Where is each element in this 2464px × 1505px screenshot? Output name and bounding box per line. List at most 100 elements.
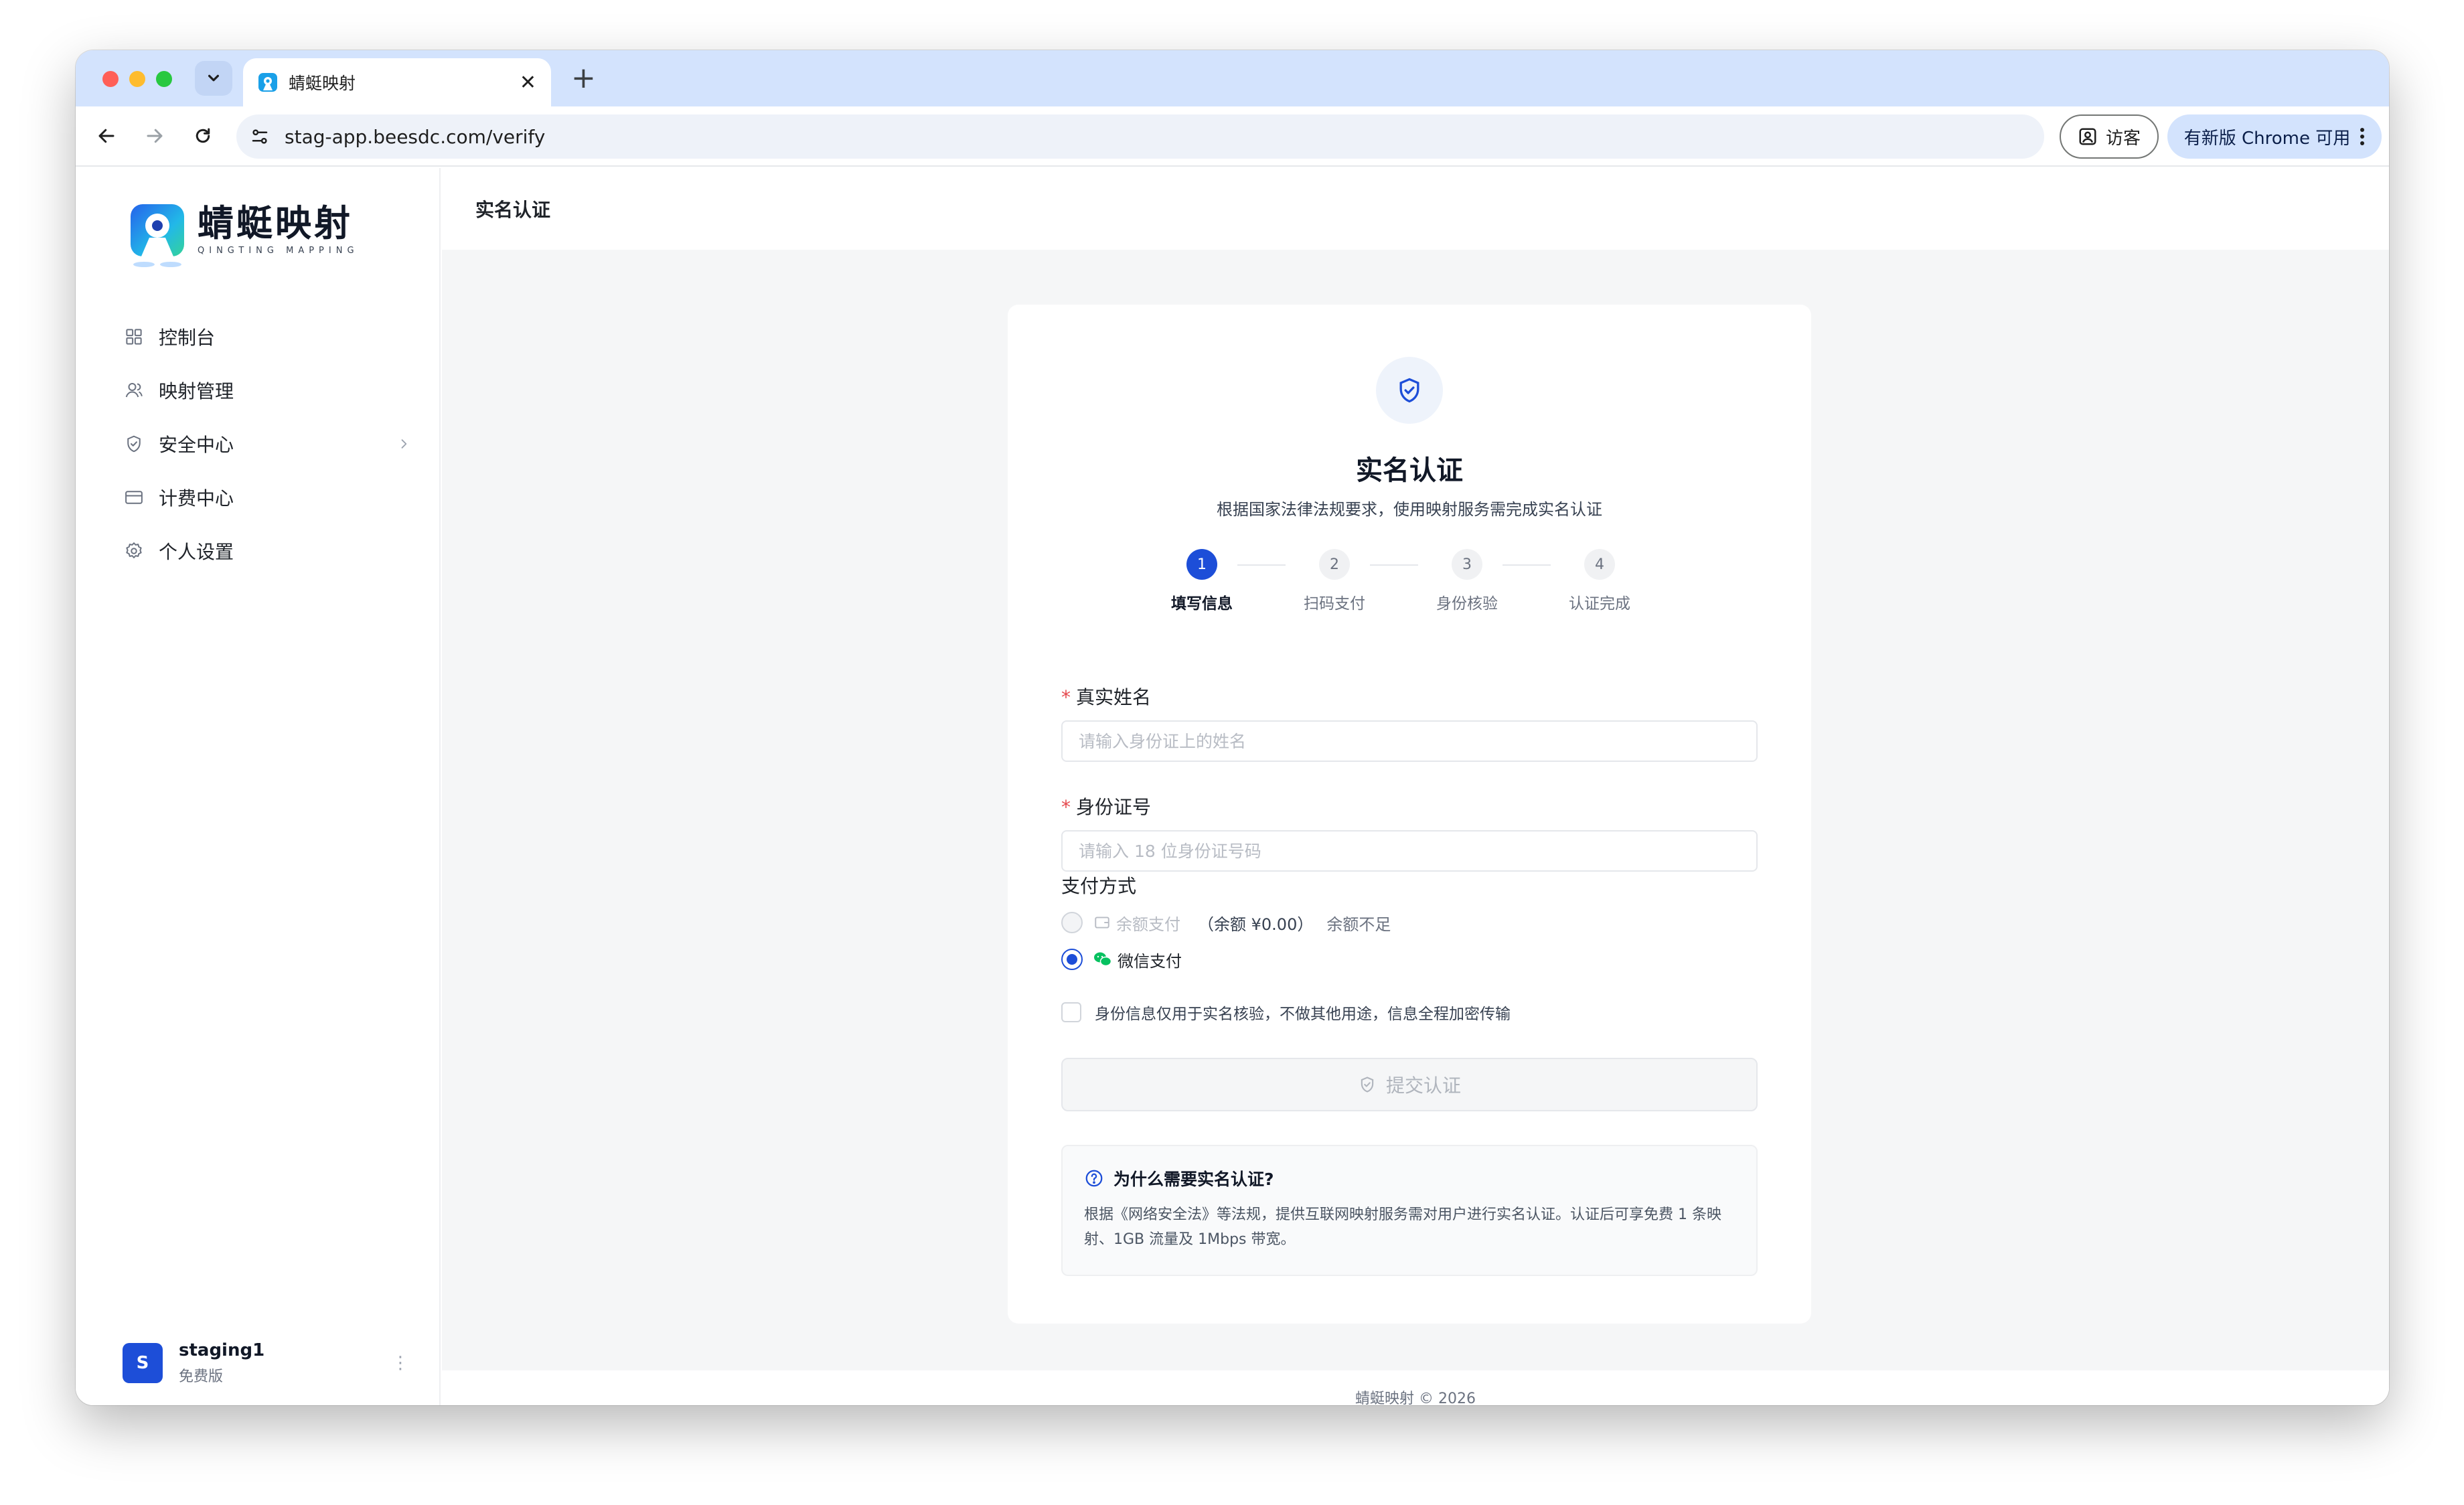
step-number: 2 (1319, 549, 1350, 580)
step-connector (1503, 564, 1551, 566)
step-fill-info: 1 填写信息 (1162, 549, 1242, 613)
step-number: 3 (1452, 549, 1482, 580)
more-vertical-icon (2360, 128, 2365, 145)
tab-title: 蜻蜓映射 (289, 74, 356, 93)
brand-name-en: QINGTING MAPPING (198, 246, 359, 256)
more-vertical-icon[interactable]: ⋮ (392, 1353, 409, 1373)
verification-subtitle: 根据国家法律法规要求，使用映射服务需完成实名认证 (1217, 500, 1602, 519)
address-bar[interactable]: stag-app.beesdc.com/verify (236, 114, 2044, 159)
shield-check-icon (1361, 1077, 1374, 1093)
back-button[interactable] (90, 120, 123, 152)
guest-profile-button[interactable]: 访客 (2060, 114, 2159, 159)
shield-check-icon (1376, 357, 1443, 424)
step-scan-pay: 2 扫码支付 (1294, 549, 1375, 613)
id-number-input[interactable] (1061, 830, 1758, 872)
agreement-text: 身份信息仅用于实名核验，不做其他用途，信息全程加密传输 (1095, 1006, 1511, 1023)
person-icon (2079, 128, 2096, 145)
avatar: S (123, 1343, 163, 1383)
reload-icon (196, 128, 210, 143)
sidebar-menu: 控制台 映射管理 安全中心 计费中心 个人设置 (123, 310, 417, 578)
step-number: 1 (1186, 549, 1217, 580)
user-name: staging1 (179, 1340, 265, 1360)
privacy-agreement[interactable]: 身份信息仅用于实名核验，不做其他用途，信息全程加密传输 (1061, 1001, 1511, 1024)
id-number-label-text: 身份证号 (1076, 796, 1152, 818)
user-profile[interactable]: S staging1 免费版 ⋮ (123, 1340, 417, 1387)
wechat-radio[interactable] (1061, 949, 1083, 970)
balance-radio[interactable] (1061, 912, 1083, 933)
balance-amount: （余额 ¥0.00） (1198, 915, 1314, 934)
verification-steps: 1 填写信息 2 扫码支付 3 身份核验 4 认证完成 (1162, 549, 1657, 616)
reload-button[interactable] (187, 120, 219, 152)
step-label: 填写信息 (1171, 595, 1233, 613)
id-number-label: * 身份证号 (1061, 793, 1151, 819)
update-label: 有新版 Chrome 可用 (2183, 128, 2351, 149)
main-content: 实名认证 实名认证 根据国家法律法规要求，使用映射服务需完成实名认证 1 填写信… (442, 168, 2389, 1405)
footer: 蜻蜓映射 © 2026 (442, 1370, 2389, 1405)
verification-title: 实名认证 (1356, 455, 1463, 486)
agreement-checkbox[interactable] (1061, 1002, 1081, 1022)
sidebar: 蜻蜓映射 QINGTING MAPPING 控制台 映射管理 安全中心 计费中心… (76, 168, 441, 1405)
close-window-button[interactable] (102, 71, 119, 87)
verification-card: 实名认证 根据国家法律法规要求，使用映射服务需完成实名认证 1 填写信息 2 扫… (1008, 305, 1811, 1324)
step-identity-check: 3 身份核验 (1427, 549, 1507, 613)
balance-insufficient-note: 余额不足 (1326, 915, 1391, 934)
faq-title: 为什么需要实名认证? (1113, 1170, 1274, 1189)
balance-pay-label: 余额支付 (1116, 915, 1180, 934)
sidebar-item-label: 映射管理 (159, 380, 234, 402)
guest-label: 访客 (2105, 128, 2141, 149)
submit-verification-button[interactable]: 提交认证 (1061, 1058, 1758, 1111)
step-label: 扫码支付 (1304, 595, 1365, 613)
gear-icon (123, 540, 145, 562)
shield-icon (123, 432, 145, 455)
sidebar-item-dashboard[interactable]: 控制台 (123, 310, 417, 364)
tab-search-button[interactable] (195, 61, 232, 96)
step-label: 认证完成 (1569, 595, 1630, 613)
arrow-left-icon (98, 129, 114, 143)
users-icon (123, 379, 145, 402)
close-tab-icon[interactable]: ✕ (520, 71, 536, 94)
chrome-update-button[interactable]: 有新版 Chrome 可用 (2167, 114, 2382, 159)
why-verify-info: 为什么需要实名认证? 根据《网络安全法》等法规，提供互联网映射服务需对用户进行实… (1061, 1145, 1758, 1276)
sidebar-item-security[interactable]: 安全中心 (123, 417, 417, 471)
browser-tab-strip: 蜻蜓映射 ✕ + (76, 50, 2389, 106)
site-settings-icon[interactable] (250, 127, 270, 147)
app-root: 蜻蜓映射 QINGTING MAPPING 控制台 映射管理 安全中心 计费中心… (76, 168, 2389, 1405)
brand-name-cn: 蜻蜓映射 (198, 202, 353, 244)
help-circle-icon (1085, 1170, 1103, 1187)
brand-logo[interactable]: 蜻蜓映射 QINGTING MAPPING (127, 203, 359, 270)
minimize-window-button[interactable] (129, 71, 145, 87)
arrow-right-icon (147, 129, 163, 143)
payment-option-balance[interactable]: 余额支付 （余额 ¥0.00） 余额不足 (1061, 909, 1391, 936)
dashboard-icon (123, 325, 145, 348)
required-mark: * (1061, 686, 1071, 708)
sidebar-item-billing[interactable]: 计费中心 (123, 471, 417, 524)
new-tab-button[interactable]: + (571, 62, 596, 94)
step-number: 4 (1584, 549, 1615, 580)
browser-tab-active[interactable]: 蜻蜓映射 ✕ (243, 58, 551, 106)
footer-copyright: 蜻蜓映射 © 2026 (1355, 1391, 1476, 1405)
step-label: 身份核验 (1436, 595, 1498, 613)
browser-window: 蜻蜓映射 ✕ + stag-app.beesdc.com/verify 访客 有… (76, 50, 2389, 1405)
credit-card-icon (123, 486, 145, 509)
sidebar-item-label: 安全中心 (159, 434, 234, 456)
url-text: stag-app.beesdc.com/verify (285, 125, 546, 148)
wechat-pay-label: 微信支付 (1118, 951, 1182, 971)
sidebar-item-label: 个人设置 (159, 541, 234, 563)
faq-body: 根据《网络安全法》等法规，提供互联网映射服务需对用户进行实名认证。认证后可享免费… (1084, 1206, 1721, 1248)
submit-label: 提交认证 (1385, 1075, 1461, 1097)
browser-toolbar: stag-app.beesdc.com/verify 访客 有新版 Chrome… (76, 106, 2389, 167)
forward-button[interactable] (139, 120, 171, 152)
real-name-label-text: 真实姓名 (1076, 686, 1152, 708)
step-complete: 4 认证完成 (1559, 549, 1640, 613)
payment-option-wechat[interactable]: 微信支付 (1061, 946, 1182, 973)
sidebar-item-settings[interactable]: 个人设置 (123, 524, 417, 578)
real-name-label: * 真实姓名 (1061, 683, 1151, 710)
user-plan: 免费版 (179, 1368, 224, 1385)
step-connector (1370, 564, 1418, 566)
chevron-right-icon (397, 433, 410, 455)
page-header: 实名认证 (442, 168, 2389, 250)
real-name-input[interactable] (1061, 720, 1758, 762)
sidebar-item-mappings[interactable]: 映射管理 (123, 364, 417, 417)
zoom-window-button[interactable] (156, 71, 172, 87)
sidebar-item-label: 控制台 (159, 327, 216, 349)
